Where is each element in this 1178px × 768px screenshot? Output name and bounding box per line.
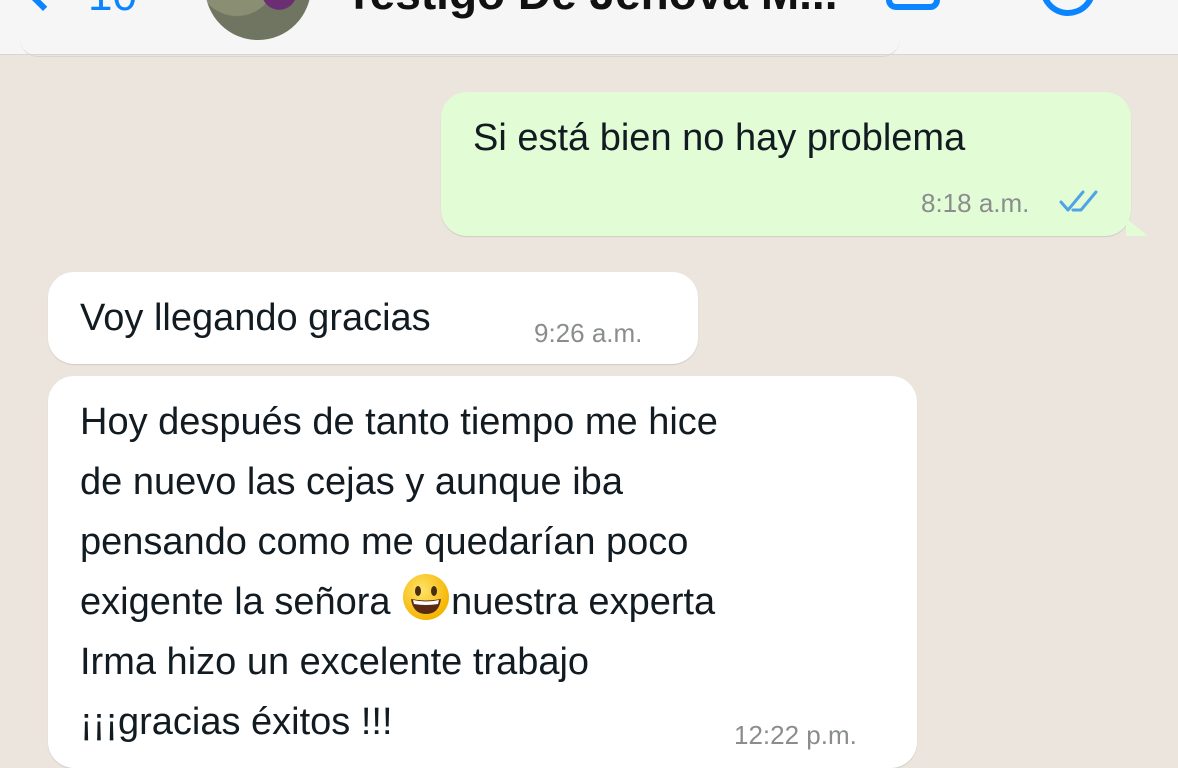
- video-call-icon[interactable]: [886, 0, 940, 10]
- unread-count[interactable]: 10: [88, 0, 137, 18]
- message-text: Voy llegando gracias: [80, 297, 431, 339]
- voice-call-icon[interactable]: [1032, 0, 1104, 24]
- message-text: Hoy después de tanto tiempo me hice de n…: [80, 392, 718, 752]
- message-line: exigente la señora nuestra experta: [80, 572, 718, 632]
- message-time: 8:18 a.m.: [921, 188, 1030, 218]
- message-line: de nuevo las cejas y aunque iba: [80, 461, 623, 503]
- read-double-check-icon: [1059, 190, 1098, 212]
- outgoing-message-bubble[interactable]: Si está bien no hay problema 8:18 a.m.: [441, 92, 1131, 236]
- incoming-message-bubble[interactable]: Hoy después de tanto tiempo me hice de n…: [48, 376, 917, 768]
- outgoing-bubble-tail: [1126, 218, 1148, 236]
- contact-name[interactable]: Testigo De Jehová M...: [345, 0, 837, 16]
- message-line: Irma hizo un excelente trabajo: [80, 641, 590, 683]
- message-time: 12:22 p.m.: [734, 720, 857, 750]
- grinning-face-emoji: [403, 574, 450, 620]
- message-line: ¡¡¡gracias éxitos !!!: [80, 701, 393, 743]
- message-line-part: exigente la señora: [80, 581, 391, 623]
- incoming-message-bubble[interactable]: Voy llegando gracias 9:26 a.m.: [48, 272, 698, 364]
- message-time: 9:26 a.m.: [534, 318, 643, 348]
- message-text: Si está bien no hay problema: [473, 117, 966, 159]
- message-line: Hoy después de tanto tiempo me hice: [80, 401, 718, 443]
- message-line-part: nuestra experta: [451, 581, 716, 623]
- back-chevron-icon[interactable]: [18, 0, 68, 12]
- previous-message-bubble: [20, 38, 900, 57]
- contact-avatar[interactable]: [205, 0, 311, 40]
- message-line: pensando como me quedarían poco: [80, 521, 689, 563]
